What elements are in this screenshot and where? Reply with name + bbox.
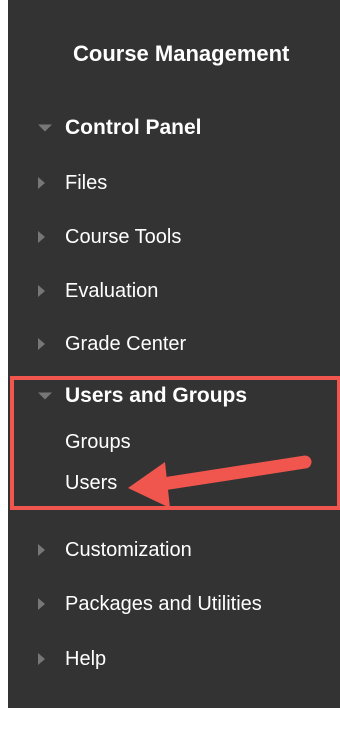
collapsed-triangle-icon [38,285,45,297]
menu-item-label: Users and Groups [65,384,248,407]
collapsed-triangle-icon [38,231,45,243]
menu-item-packages-and-utilities[interactable]: Packages and Utilities [8,587,340,621]
menu-item-label: Files [65,171,108,194]
menu-item-evaluation[interactable]: Evaluation [8,274,340,308]
collapsed-triangle-icon [38,544,45,556]
menu-item-help[interactable]: Help [8,642,340,676]
menu-item-label: Packages and Utilities [65,592,262,615]
menu-item-files[interactable]: Files [8,166,340,200]
expand-triangle-icon [38,124,52,132]
menu-item-label: Course Tools [65,225,182,248]
collapsed-triangle-icon [38,598,45,610]
course-management-panel: Course Management Control Panel Files Co… [8,0,340,708]
collapsed-triangle-icon [38,177,45,189]
submenu-item-groups[interactable]: Groups [65,431,131,454]
menu-item-label: Evaluation [65,279,159,302]
expand-triangle-icon [38,392,52,400]
collapsed-triangle-icon [38,653,45,665]
menu-item-label: Grade Center [65,332,187,355]
menu-item-grade-center[interactable]: Grade Center [8,327,340,361]
control-panel-toggle[interactable]: Control Panel [8,111,340,145]
menu-item-label: Help [65,647,107,670]
menu-item-course-tools[interactable]: Course Tools [8,220,340,254]
menu-item-users-and-groups[interactable]: Users and Groups [8,379,340,413]
collapsed-triangle-icon [38,338,45,350]
menu-item-label: Customization [65,538,192,561]
submenu-item-users[interactable]: Users [65,472,117,495]
menu-item-customization[interactable]: Customization [8,533,340,567]
control-panel-label: Control Panel [65,116,202,139]
panel-title: Course Management [73,41,290,66]
